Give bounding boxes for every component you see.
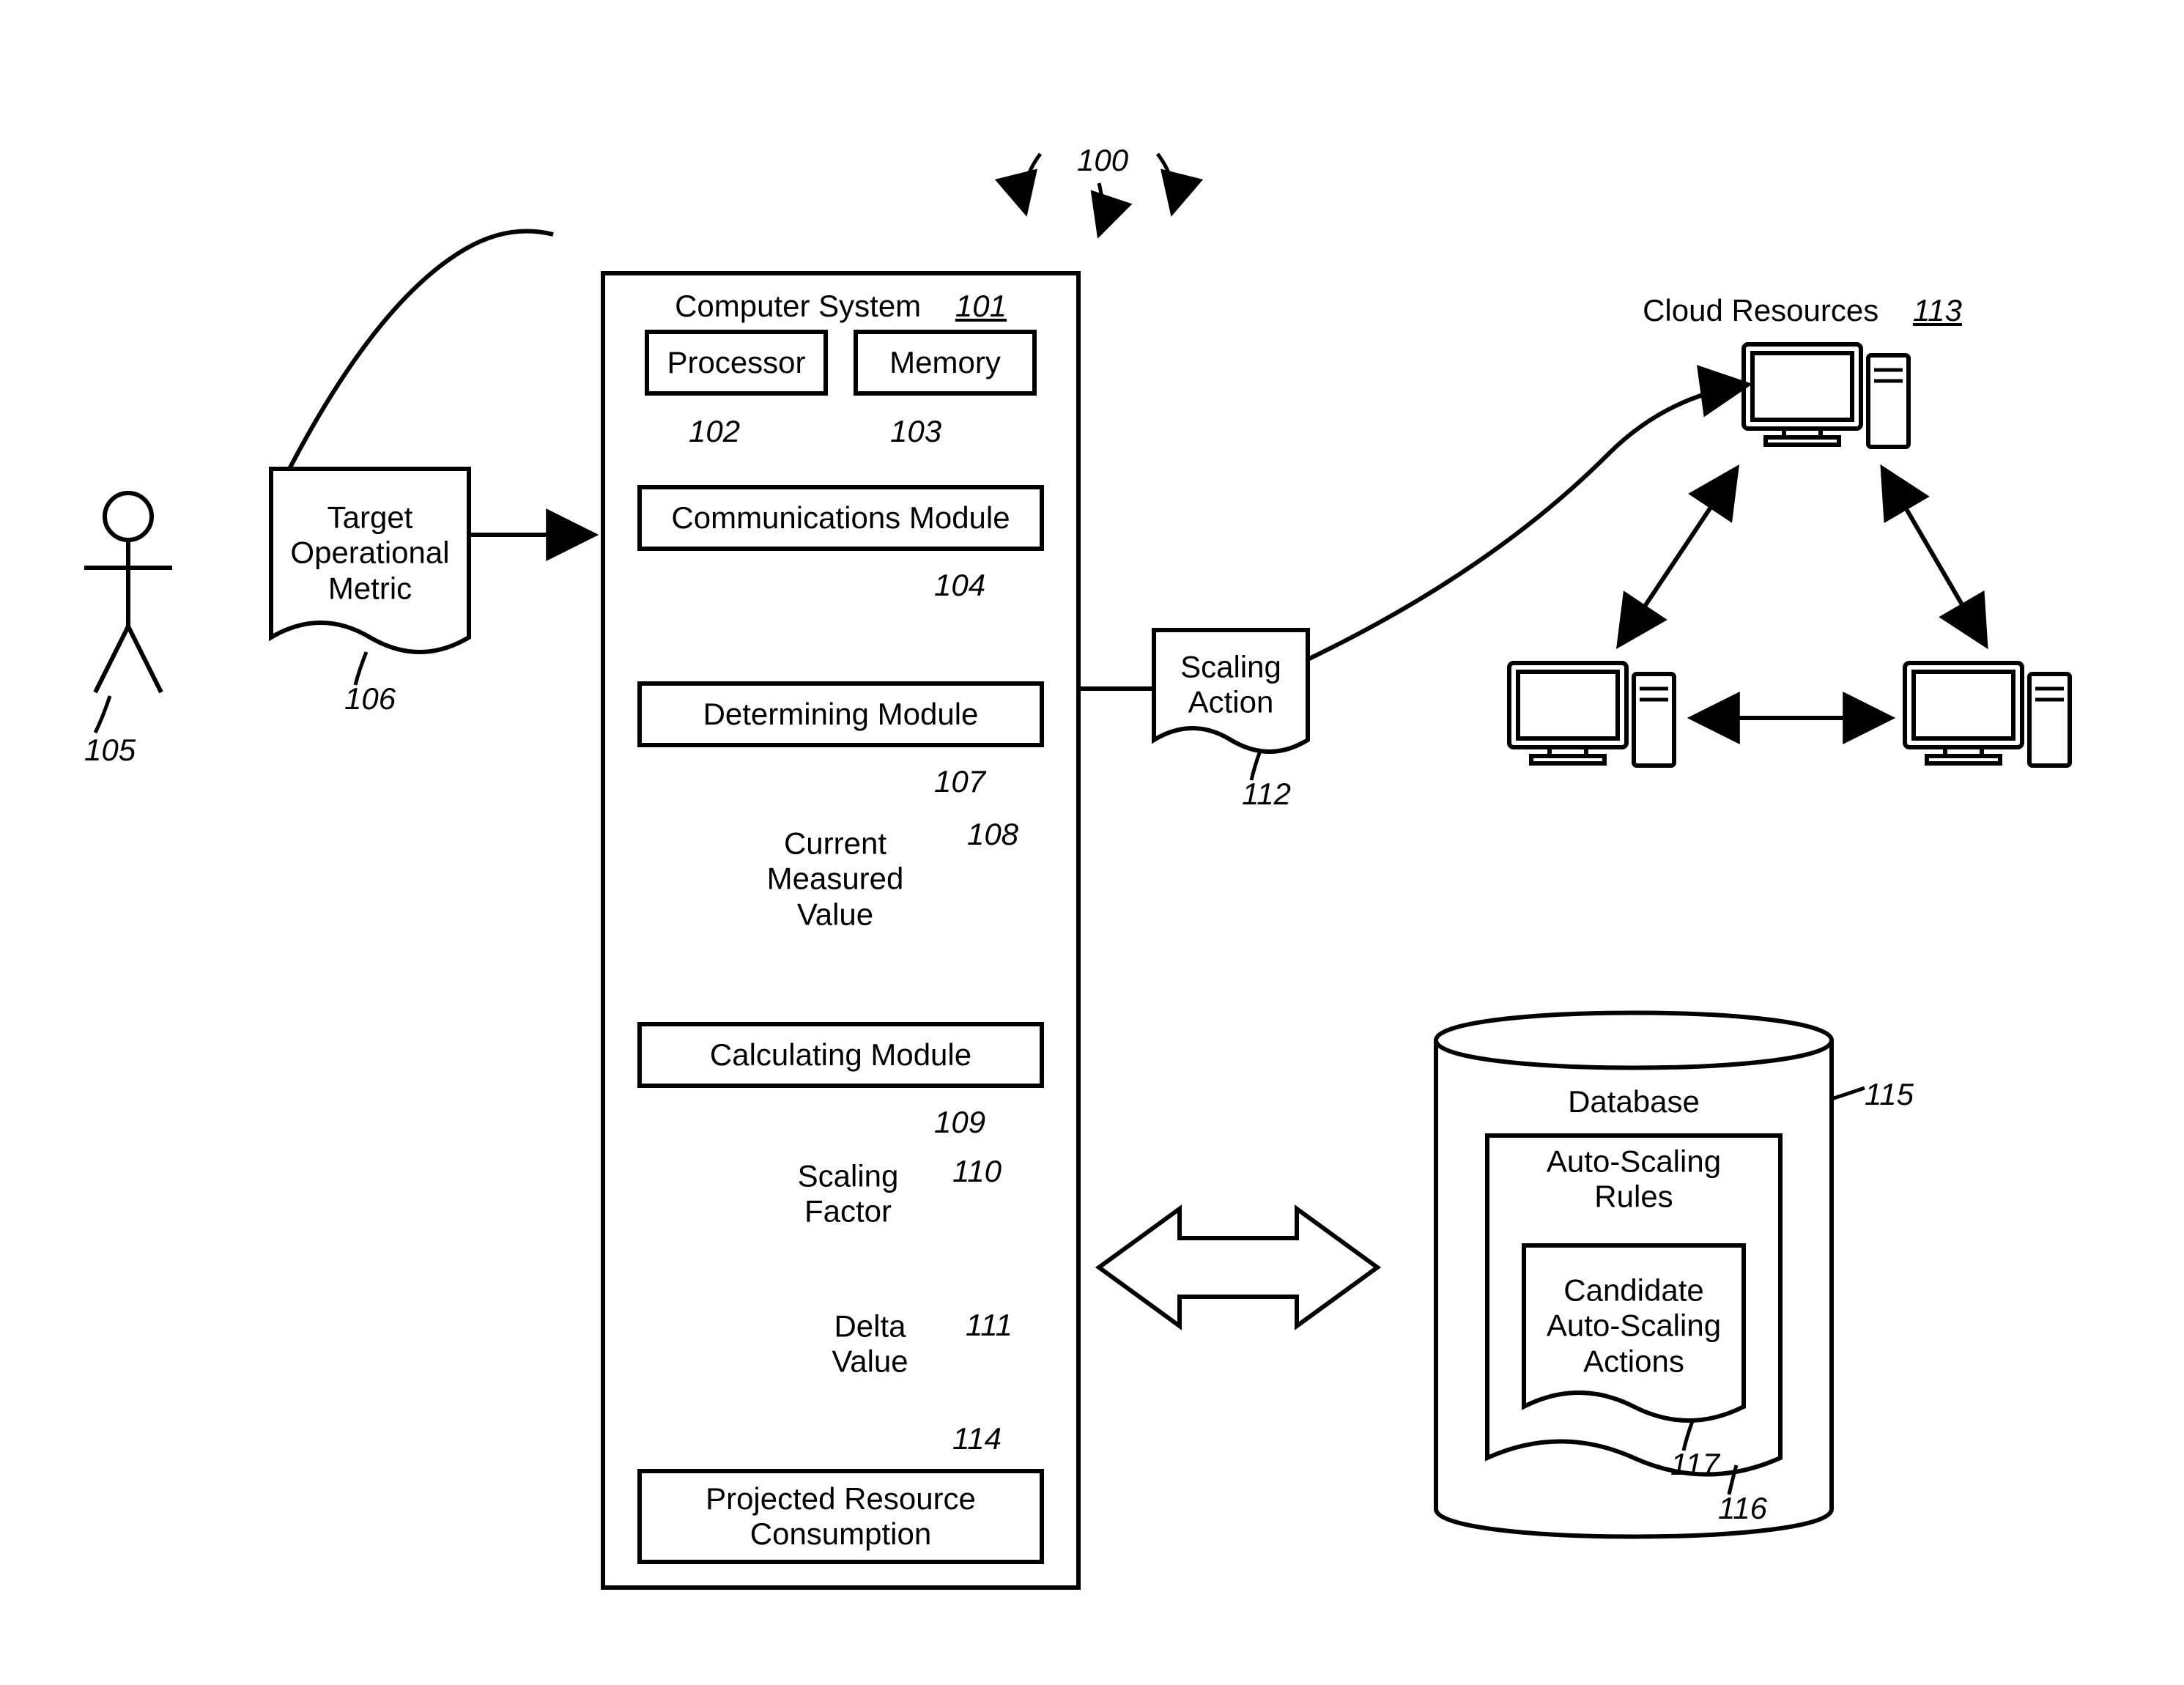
determining-module-ref: 107 [934, 764, 985, 799]
memory-label: Memory [889, 345, 1001, 380]
projected-resource-consumption-box: Projected ResourceConsumption [637, 1469, 1044, 1564]
computer-icon [1905, 663, 2073, 766]
cloud-resources-title: Cloud Resources [1643, 293, 1878, 327]
user-icon [103, 491, 154, 696]
delta-value-ref: 111 [966, 1308, 1013, 1343]
computer-system-ref: 101 [955, 289, 1007, 323]
calculating-module-box: Calculating Module [637, 1022, 1044, 1088]
computer-system-title: Computer System [675, 289, 921, 323]
current-measured-value-label: CurrentMeasuredValue [740, 826, 930, 933]
target-operational-metric-label: TargetOperationalMetric [271, 500, 469, 607]
current-measured-value-doc: CurrentMeasuredValue [740, 806, 930, 952]
delta-value-doc: DeltaValue [806, 1297, 934, 1392]
determining-module-box: Determining Module [637, 681, 1044, 747]
scaling-factor-doc: ScalingFactor [777, 1143, 919, 1245]
processor-ref: 102 [689, 414, 740, 449]
processor-box: Processor [645, 330, 828, 396]
memory-box: Memory [854, 330, 1037, 396]
current-measured-value-ref: 108 [967, 817, 1018, 852]
user-ref: 105 [84, 733, 136, 768]
computer-icon [1509, 663, 1678, 766]
computer-system-title-row: Computer System 101 [675, 289, 1007, 324]
determining-module-label: Determining Module [703, 697, 979, 732]
database-ref: 115 [1865, 1077, 1914, 1112]
cloud-resources-title-row: Cloud Resources 113 [1619, 293, 1985, 328]
communications-module-ref: 104 [934, 568, 985, 603]
computer-icon [1744, 344, 1912, 447]
scaling-action-ref: 112 [1242, 777, 1291, 812]
cloud-resources-ref: 113 [1913, 293, 1962, 327]
scaling-action-label: ScalingAction [1154, 650, 1308, 721]
target-operational-metric-doc: TargetOperationalMetric [271, 469, 469, 637]
calculating-module-label: Calculating Module [710, 1037, 971, 1073]
calculating-module-ref: 109 [934, 1105, 985, 1140]
scaling-factor-ref: 110 [952, 1154, 1002, 1189]
double-arrow-icon [1099, 1209, 1377, 1326]
delta-value-label: DeltaValue [806, 1309, 934, 1380]
database-icon [1436, 1011, 1832, 1546]
scaling-factor-label: ScalingFactor [777, 1159, 919, 1230]
target-operational-metric-ref: 106 [344, 681, 396, 716]
scaling-action-doc: ScalingAction [1154, 630, 1308, 740]
memory-ref: 103 [890, 414, 941, 449]
projected-resource-consumption-ref: 114 [952, 1421, 1002, 1456]
figure-ref: 100 [1077, 143, 1128, 178]
communications-module-box: Communications Module [637, 485, 1044, 551]
communications-module-label: Communications Module [671, 500, 1010, 536]
projected-resource-consumption-label: Projected ResourceConsumption [706, 1481, 976, 1552]
processor-label: Processor [667, 345, 805, 380]
